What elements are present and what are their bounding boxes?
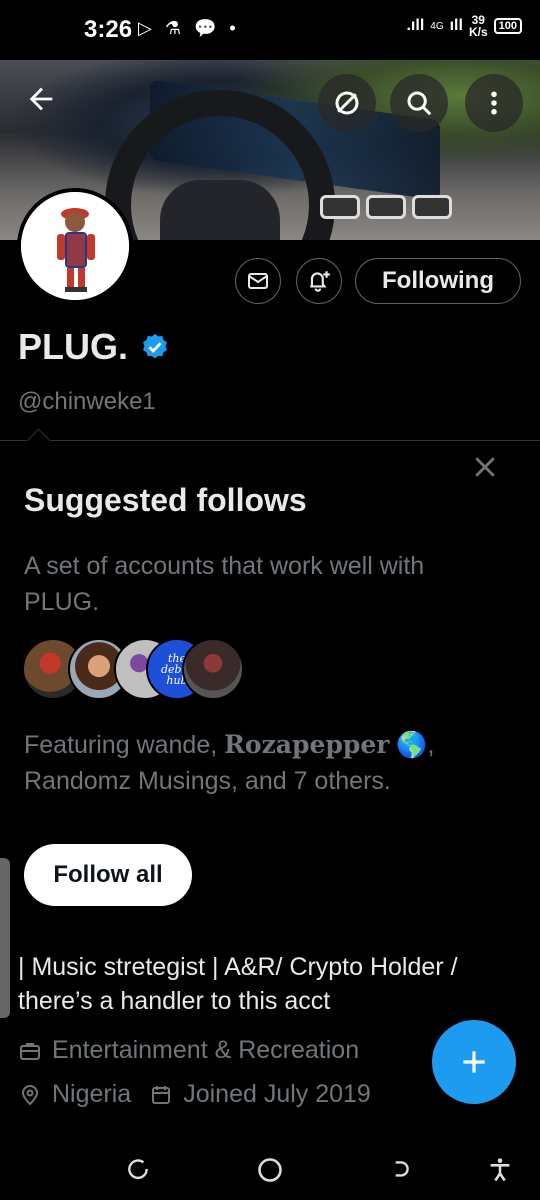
verified-badge-icon <box>143 333 168 359</box>
follow-all-button[interactable]: Follow all <box>24 844 192 906</box>
more-vertical-icon <box>491 91 497 115</box>
featuring-text: Featuring wande, Rozapepper 🌎, Randomz M… <box>24 727 514 799</box>
calendar-icon <box>152 1085 171 1104</box>
network-speed: 39 K/s <box>469 14 488 38</box>
speed-unit: K/s <box>468 25 488 39</box>
search-button[interactable] <box>390 74 448 132</box>
featuring-prefix: Featuring wande, <box>24 731 225 759</box>
bell-plus-icon <box>310 271 330 292</box>
profile-avatar[interactable] <box>17 188 133 304</box>
status-time: 3:26 <box>84 16 133 43</box>
avatar-figure <box>21 192 129 300</box>
accessibility-button[interactable] <box>480 1150 520 1190</box>
signal-icon: .ıll <box>406 17 425 34</box>
section-divider <box>0 440 540 441</box>
signal-icon-2: ıll <box>449 17 463 34</box>
home-button[interactable] <box>250 1150 290 1190</box>
notify-button[interactable] <box>296 258 342 304</box>
suggested-follows-title: Suggested follows <box>24 482 307 518</box>
suggested-follows-description: A set of accounts that work well with PL… <box>24 552 425 616</box>
cancel-button[interactable] <box>318 74 376 132</box>
category-row: Entertainment & Recreation <box>18 1036 359 1065</box>
network-label: 4G <box>430 20 444 32</box>
more-button[interactable] <box>465 74 523 132</box>
edge-panel-handle[interactable] <box>0 858 10 1018</box>
recents-button[interactable] <box>118 1150 158 1190</box>
location-joined-row: Nigeria Joined July 2019 <box>18 1080 371 1109</box>
arrow-left-icon <box>29 87 53 111</box>
profile-handle: @chinweke1 <box>18 388 156 415</box>
globe-emoji: 🌎 <box>396 731 428 759</box>
back-button[interactable] <box>24 82 64 122</box>
home-circle-icon <box>258 1158 282 1182</box>
profile-name: PLUG. <box>18 326 129 367</box>
divider-notch <box>26 428 51 453</box>
close-suggestions-button[interactable] <box>470 452 500 489</box>
profile-location: Nigeria <box>52 1080 132 1108</box>
recents-icon <box>128 1159 148 1180</box>
notification-icons: ▷ ⚗ 💬 • <box>138 18 240 38</box>
plus-icon <box>463 1051 485 1073</box>
following-button[interactable]: Following <box>355 258 521 304</box>
profile-joined: Joined July 2019 <box>183 1080 371 1108</box>
banner-wheel-hub <box>160 180 280 240</box>
profile-category: Entertainment & Recreation <box>52 1036 360 1064</box>
featuring-highlight: Rozapepper <box>224 730 390 759</box>
suggested-avatar <box>182 638 244 700</box>
cancel-circle-icon <box>335 91 359 115</box>
search-icon <box>407 91 432 116</box>
briefcase-icon <box>20 1042 40 1060</box>
message-button[interactable] <box>235 258 281 304</box>
profile-bio: | Music stretegist | A&R/ Crypto Holder … <box>18 953 458 1015</box>
profile-name-row: PLUG. <box>18 326 170 368</box>
battery-indicator: 100 <box>493 18 522 34</box>
status-bar: 3:26 ▷ ⚗ 💬 • .ıll 4G ıll 39 K/s 100 <box>0 0 540 60</box>
back-nav-icon <box>395 1161 409 1177</box>
status-right: .ıll 4G ıll 39 K/s 100 <box>406 14 522 38</box>
back-nav-button[interactable] <box>380 1150 420 1190</box>
compose-button[interactable] <box>432 1020 516 1104</box>
close-icon <box>475 457 495 477</box>
accessibility-icon <box>490 1158 510 1182</box>
location-pin-icon <box>21 1084 39 1105</box>
mail-icon <box>248 273 268 289</box>
banner-vents <box>320 195 452 219</box>
system-nav-bar <box>0 1140 540 1200</box>
